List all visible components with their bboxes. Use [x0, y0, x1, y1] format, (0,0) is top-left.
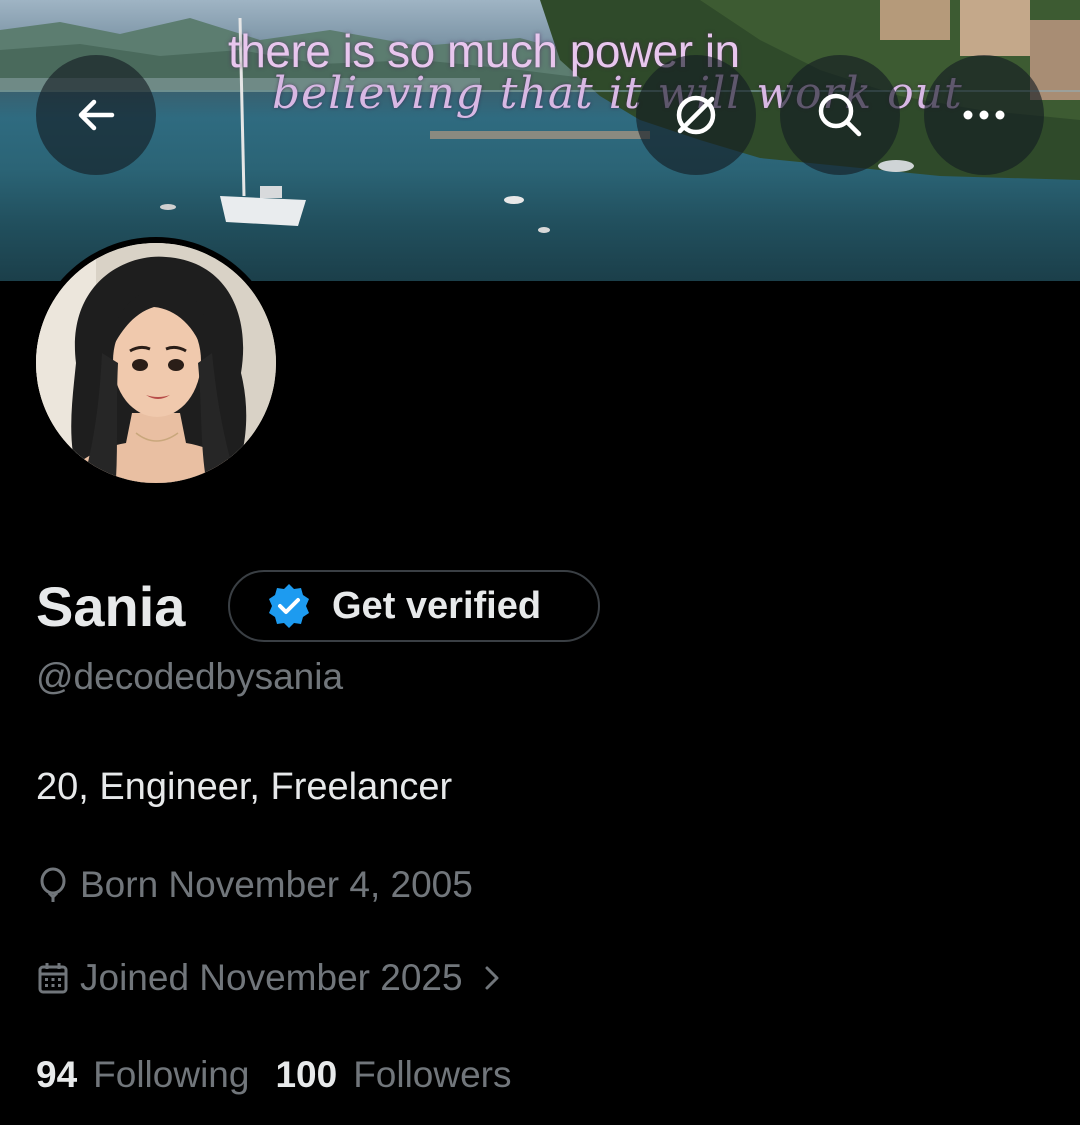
followers-label: Followers: [353, 1054, 512, 1095]
followers-count: 100: [275, 1054, 338, 1095]
more-options-button[interactable]: [924, 55, 1044, 175]
profile-bio: 20, Engineer, Freelancer: [36, 766, 453, 808]
search-icon: [818, 93, 862, 137]
verified-badge-icon: [269, 584, 309, 628]
followers-link[interactable]: 100 Followers: [275, 1054, 511, 1096]
sync-icon: [676, 95, 716, 135]
profile-name: Sania: [36, 575, 186, 638]
avatar-illustration: [36, 243, 276, 483]
birthdate-row: Born November 4, 2005: [36, 864, 473, 906]
get-verified-button[interactable]: Get verified: [228, 570, 600, 642]
joined-date-text: Joined November 2025: [80, 957, 463, 998]
arrow-left-icon: [78, 99, 115, 131]
chevron-right-icon: [485, 966, 499, 990]
following-label: Following: [93, 1054, 250, 1095]
more-horizontal-icon: [963, 110, 1005, 120]
birthdate-text: Born November 4, 2005: [80, 864, 473, 905]
avatar[interactable]: [36, 243, 276, 483]
follow-stats: 94 Following 100 Followers: [36, 1054, 512, 1096]
profile-handle: @decodedbysania: [36, 656, 344, 697]
following-link[interactable]: 94 Following: [36, 1054, 249, 1096]
get-verified-label: Get verified: [332, 584, 542, 627]
sync-button[interactable]: [636, 55, 756, 175]
following-count: 94: [36, 1054, 78, 1095]
search-button[interactable]: [780, 55, 900, 175]
calendar-icon: [38, 963, 68, 994]
joined-date-row[interactable]: Joined November 2025: [36, 957, 517, 999]
back-button[interactable]: [36, 55, 156, 175]
balloon-icon: [40, 867, 66, 902]
